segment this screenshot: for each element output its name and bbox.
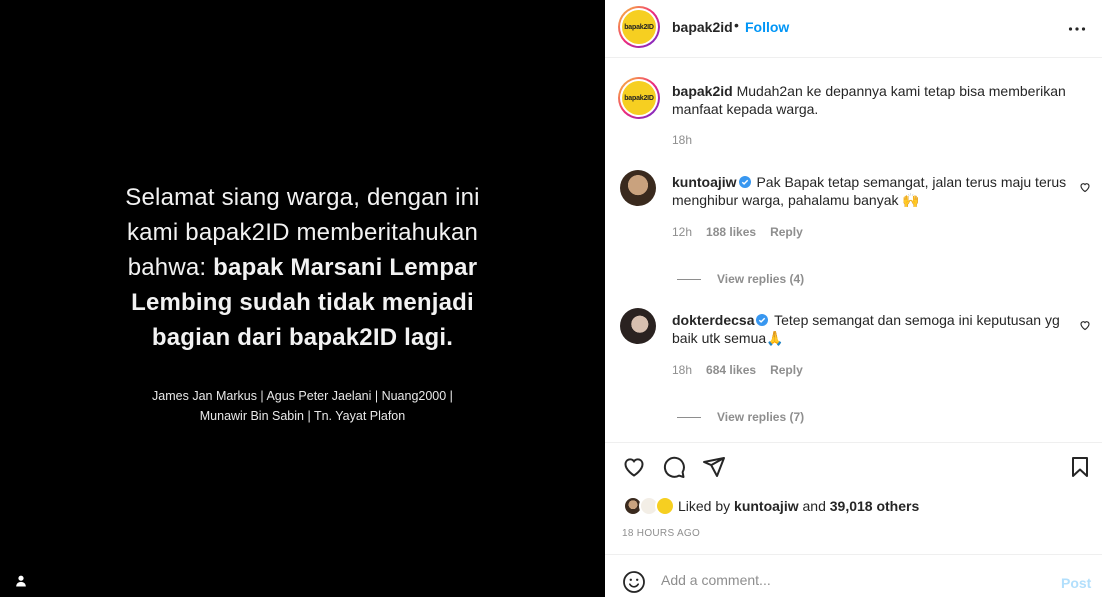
header-avatar[interactable]: bapak2ID — [618, 6, 660, 48]
media-line-4-bold: Lembing sudah tidak menjadi — [131, 289, 474, 316]
liker-avatar-3 — [655, 496, 675, 516]
comment-avatar-dokterdecsa[interactable] — [620, 308, 656, 344]
media-names-line-2: Munawir Bin Sabin | Tn. Yayat Plafon — [199, 409, 406, 423]
post-header: bapak2ID bapak2id • Follow — [605, 0, 1102, 58]
caption-avatar[interactable]: bapak2ID — [618, 77, 660, 119]
media-line-1: Selamat siang warga, dengan ini — [125, 184, 480, 211]
comment-like-heart-icon[interactable] — [1079, 181, 1091, 193]
comment-meta: 12h 188 likes Reply — [672, 225, 817, 239]
comment-username[interactable]: kuntoajiw — [672, 174, 737, 190]
media-line-3-bold: bapak Marsani Lempar — [213, 254, 478, 281]
comment-meta: 18h 684 likes Reply — [672, 363, 817, 377]
media-line-2: kami bapak2ID memberitahukan — [126, 219, 479, 246]
comment-bubble-icon[interactable] — [662, 455, 686, 479]
replies-line — [677, 278, 701, 280]
share-send-icon[interactable] — [702, 455, 726, 479]
view-replies-text: View replies (7) — [717, 410, 805, 424]
comment-likes[interactable]: 188 likes — [706, 225, 756, 239]
reply-button[interactable]: Reply — [770, 225, 803, 239]
media-line-5-bold: bagian dari bapak2ID lagi. — [151, 324, 454, 351]
media-line-4: Lembing sudah tidak menjadi — [0, 285, 605, 320]
comment-username[interactable]: dokterdecsa — [672, 312, 754, 328]
media-names-line-1: James Jan Markus | Agus Peter Jaelani | … — [152, 389, 453, 403]
comment-input[interactable] — [661, 572, 1041, 588]
header-username[interactable]: bapak2id — [672, 19, 733, 35]
follow-button[interactable]: Follow — [745, 19, 789, 35]
bapak2id-logo: bapak2ID — [622, 10, 656, 44]
likes-summary: Liked by kuntoajiw and 39,018 others — [623, 496, 919, 516]
view-replies-button[interactable]: View replies (4) — [677, 272, 804, 286]
comment-likes[interactable]: 684 likes — [706, 363, 756, 377]
caption-username[interactable]: bapak2id — [672, 83, 733, 99]
more-options-icon[interactable] — [1067, 19, 1087, 39]
media-names: James Jan Markus | Agus Peter Jaelani | … — [0, 386, 605, 426]
post-comment-button[interactable]: Post — [1061, 575, 1091, 591]
like-heart-icon[interactable] — [622, 455, 646, 479]
post-media[interactable]: Selamat siang warga, dengan ini kami bap… — [0, 0, 605, 597]
view-replies-text: View replies (4) — [717, 272, 805, 286]
media-line-3-normal: bahwa: — [127, 254, 214, 281]
comment-avatar-kuntoajiw[interactable] — [620, 170, 656, 206]
header-dot-separator: • — [734, 17, 739, 33]
verified-badge-icon — [756, 314, 769, 326]
caption: bapak2id Mudah2an ke depannya kami tetap… — [672, 82, 1067, 118]
comment-kuntoajiw: kuntoajiw Pak Bapak tetap semangat, jala… — [672, 173, 1067, 209]
verified-badge-icon — [738, 176, 751, 188]
liker-avatars[interactable] — [623, 496, 675, 516]
view-replies-button[interactable]: View replies (7) — [677, 410, 804, 424]
likes-user[interactable]: kuntoajiw — [734, 498, 799, 514]
media-line-5: bagian dari bapak2ID lagi. — [0, 320, 605, 355]
add-comment-bar: Post — [605, 554, 1102, 597]
likes-others[interactable]: 39,018 others — [830, 498, 920, 514]
replies-line — [677, 416, 701, 418]
comment-time[interactable]: 12h — [672, 225, 692, 239]
post-panel: bapak2ID bapak2id • Follow bapak2ID bapa… — [605, 0, 1102, 597]
post-timestamp[interactable]: 18 HOURS AGO — [622, 528, 700, 539]
likes-text: Liked by kuntoajiw and 39,018 others — [678, 498, 919, 514]
comment-like-heart-icon[interactable] — [1079, 319, 1091, 331]
media-line-3: bahwa: bapak Marsani Lempar — [0, 250, 605, 285]
bapak2id-logo-small: bapak2ID — [622, 81, 656, 115]
save-bookmark-icon[interactable] — [1068, 455, 1092, 479]
caption-time: 18h — [672, 133, 706, 147]
post-actions: Liked by kuntoajiw and 39,018 others 18 … — [605, 442, 1102, 554]
media-announcement: Selamat siang warga, dengan ini kami bap… — [0, 180, 605, 355]
likes-middle: and — [798, 498, 830, 514]
caption-time-text[interactable]: 18h — [672, 133, 692, 147]
user-tag-icon[interactable] — [14, 574, 28, 588]
comment-time[interactable]: 18h — [672, 363, 692, 377]
emoji-icon[interactable] — [622, 570, 646, 594]
comments-section: bapak2ID bapak2id Mudah2an ke depannya k… — [605, 58, 1102, 442]
reply-button[interactable]: Reply — [770, 363, 803, 377]
likes-prefix: Liked by — [678, 498, 735, 514]
comment-dokterdecsa: dokterdecsa Tetep semangat dan semoga in… — [672, 311, 1067, 347]
